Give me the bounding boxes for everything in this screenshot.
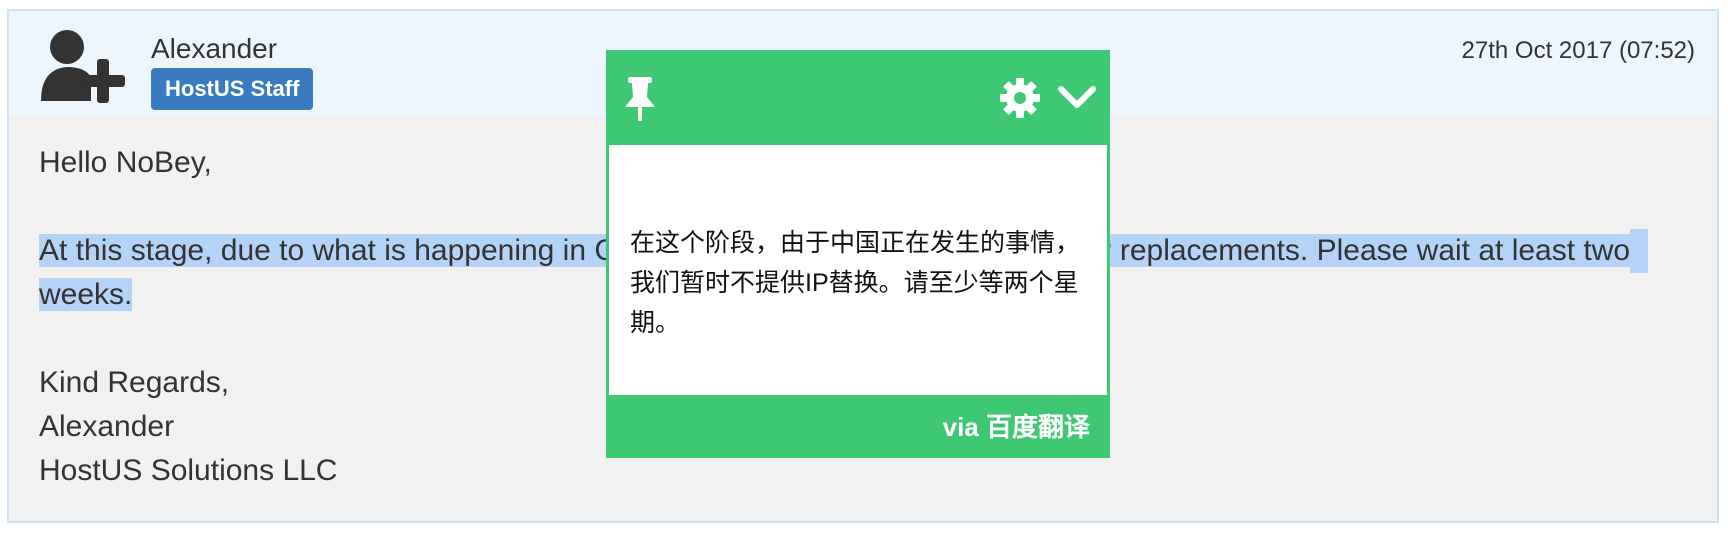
selection-line-end	[1630, 229, 1649, 273]
selected-text-part1: At this stage, due to what is happening …	[39, 234, 617, 267]
translation-result: 在这个阶段，由于中国正在发生的事情，我们暂时不提供IP替换。请至少等两个星期。	[609, 145, 1107, 395]
chevron-down-icon[interactable]	[1058, 85, 1096, 111]
selected-text-part2: P replacements. Please wait at least two	[1092, 234, 1631, 267]
pin-icon[interactable]	[623, 77, 657, 121]
add-user-icon	[41, 30, 125, 103]
selected-text-part3: weeks.	[39, 278, 133, 311]
translation-popup: 在这个阶段，由于中国正在发生的事情，我们暂时不提供IP替换。请至少等两个星期。 …	[606, 50, 1110, 458]
gear-icon[interactable]	[1000, 78, 1040, 118]
staff-badge: HostUS Staff	[151, 68, 314, 110]
author-name: Alexander	[151, 33, 278, 64]
post-date: 27th Oct 2017 (07:52)	[1461, 37, 1695, 64]
translated-text: 在这个阶段，由于中国正在发生的事情，我们暂时不提供IP替换。请至少等两个星期。	[630, 229, 1081, 337]
popup-toolbar	[606, 50, 1110, 145]
translation-provider: via 百度翻译	[942, 412, 1090, 442]
